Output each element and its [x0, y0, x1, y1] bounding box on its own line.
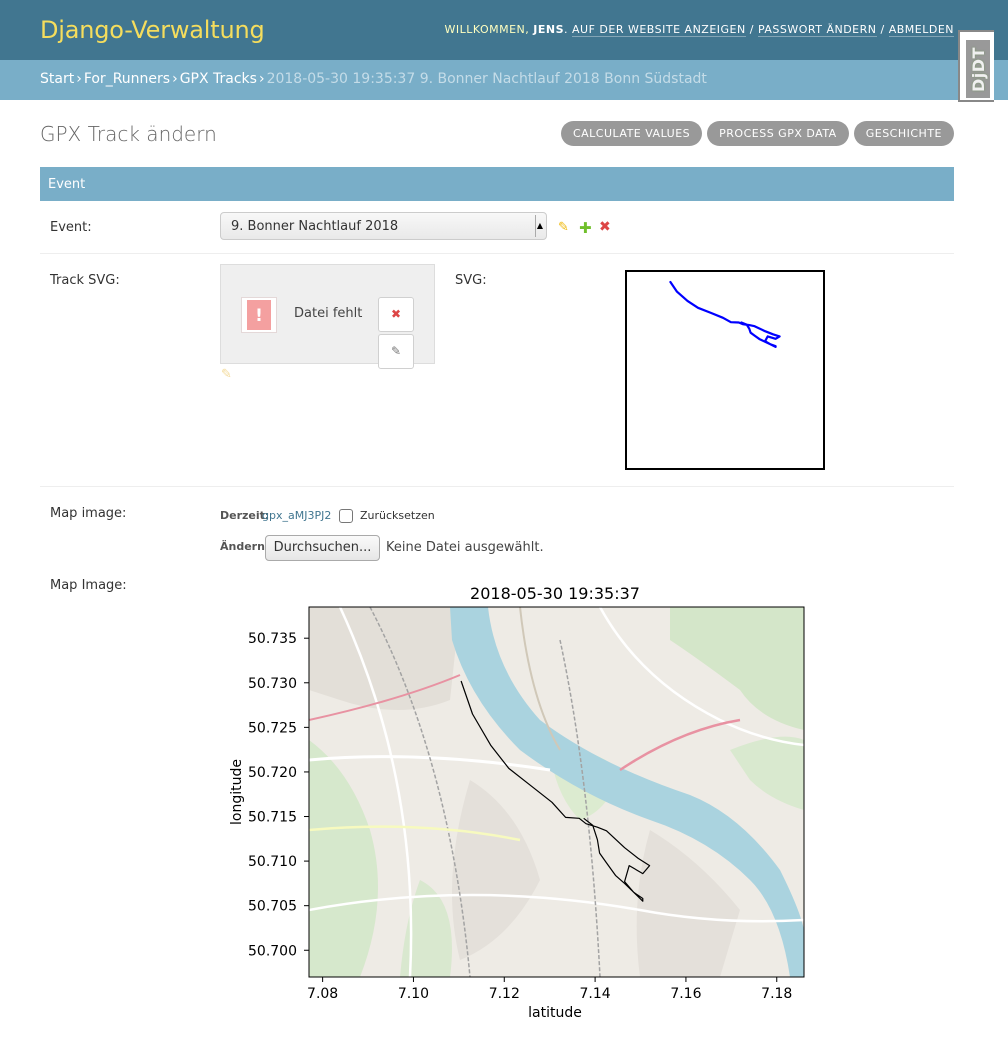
x-tick-label: 7.16	[670, 986, 701, 1002]
clear-checkbox[interactable]	[339, 509, 353, 523]
file-error-icon: !	[241, 297, 277, 333]
pencil-icon[interactable]: ✎	[221, 367, 232, 382]
x-tick-label: 7.12	[489, 986, 520, 1002]
view-site-link[interactable]: Auf der Website anzeigen	[572, 23, 746, 37]
pencil-icon[interactable]: ✎	[558, 220, 569, 235]
map-plot: 2018-05-30 19:35:37 50.70050.70550.71050…	[229, 584, 805, 1021]
breadcrumb-app[interactable]: For_Runners	[84, 71, 170, 87]
breadcrumb-model[interactable]: GPX Tracks	[180, 71, 257, 87]
x-icon: ✖	[390, 307, 402, 321]
event-select[interactable]: 9. Bonner Nachtlauf 2018 ▲	[220, 212, 547, 240]
logout-link[interactable]: Abmelden	[888, 23, 954, 37]
svg-track-line	[669, 280, 781, 348]
page-title: GPX Track ändern	[40, 122, 217, 146]
no-file-text: Keine Datei ausgewählt.	[386, 540, 544, 555]
y-axis-label: longitude	[229, 759, 245, 825]
debug-toolbar-handle[interactable]: DjDT	[958, 30, 994, 102]
plot-title: 2018-05-30 19:35:37	[470, 584, 640, 603]
map-tiles	[309, 607, 804, 977]
event-label: Event:	[50, 220, 92, 235]
edit-file-button[interactable]: ✎	[378, 334, 414, 369]
user-tools: Willkommen, jens. Auf der Website anzeig…	[444, 23, 954, 37]
breadcrumb: Start › For_Runners › GPX Tracks › 2018-05-30 …	[0, 60, 1008, 100]
event-select-value: 9. Bonner Nachtlauf 2018	[231, 219, 399, 234]
map-image-label: Map Image:	[50, 578, 127, 593]
breadcrumb-start[interactable]: Start	[40, 71, 74, 87]
x-tick-label: 7.08	[307, 986, 338, 1002]
breadcrumb-current: 2018-05-30 19:35:37 9. Bonner Nachtlauf …	[266, 71, 707, 87]
fieldset-caption: Event	[40, 167, 954, 201]
y-axis: 50.700 50.705 50.710 50.715 50.720 50.725 50.7…	[248, 631, 309, 959]
y-tick-label: 50.720	[248, 765, 297, 781]
history-button[interactable]: Geschichte	[853, 121, 954, 146]
debug-toolbar-label-box: DjDT	[966, 40, 990, 98]
svg-label: SVG:	[455, 273, 487, 288]
row-divider	[40, 253, 954, 254]
y-tick-label: 50.725	[248, 720, 297, 736]
row-divider	[40, 486, 954, 487]
y-tick-label: 50.705	[248, 899, 297, 915]
file-missing-text: Datei fehlt	[294, 306, 363, 321]
chevron-down-icon: ▲	[535, 215, 544, 237]
x-tick-label: 7.10	[398, 986, 429, 1002]
clear-checkbox-label[interactable]: Zurücksetzen	[360, 509, 435, 522]
y-tick-label: 50.715	[248, 810, 297, 826]
debug-toolbar-label: DjDT	[968, 46, 988, 92]
x-tick-label: 7.14	[580, 986, 611, 1002]
x-axis-label: latitude	[528, 1005, 582, 1021]
clear-file-button[interactable]: ✖	[378, 297, 414, 332]
browse-button[interactable]: Durchsuchen...	[265, 535, 380, 561]
object-tools: Calculate Values Process GPX Data Geschi…	[560, 121, 954, 146]
username: jens	[533, 23, 565, 36]
svg-preview-drawing	[669, 280, 781, 348]
y-tick-label: 50.710	[248, 854, 297, 870]
x-axis: 7.08 7.10 7.12 7.14 7.16 7.18	[307, 977, 792, 1002]
calculate-values-button[interactable]: Calculate Values	[560, 121, 703, 146]
map-image-upload-label: Map image:	[50, 506, 127, 521]
track-svg-file-widget: ! Datei fehlt ✖ ✎	[220, 264, 435, 369]
process-gpx-data-button[interactable]: Process GPX Data	[707, 121, 849, 146]
y-tick-label: 50.730	[248, 676, 297, 692]
change-password-link[interactable]: Passwort ändern	[757, 23, 877, 37]
svg-preview	[625, 270, 825, 470]
current-file-link[interactable]: gpx_aMJ3PJ2	[262, 509, 331, 522]
site-header: Django-Verwaltung Willkommen, jens. Auf …	[0, 0, 1008, 60]
pencil-icon: ✎	[390, 344, 402, 358]
x-icon[interactable]: ✖	[599, 219, 611, 235]
y-tick-label: 50.735	[248, 631, 297, 647]
track-svg-label: Track SVG:	[50, 273, 120, 288]
site-brand[interactable]: Django-Verwaltung	[40, 16, 265, 44]
change-file-label: Ändern:	[220, 540, 270, 553]
x-tick-label: 7.18	[761, 986, 792, 1002]
y-tick-label: 50.700	[248, 943, 297, 959]
welcome-text: Willkommen,	[444, 23, 530, 36]
plus-icon[interactable]: ✚	[579, 219, 592, 237]
